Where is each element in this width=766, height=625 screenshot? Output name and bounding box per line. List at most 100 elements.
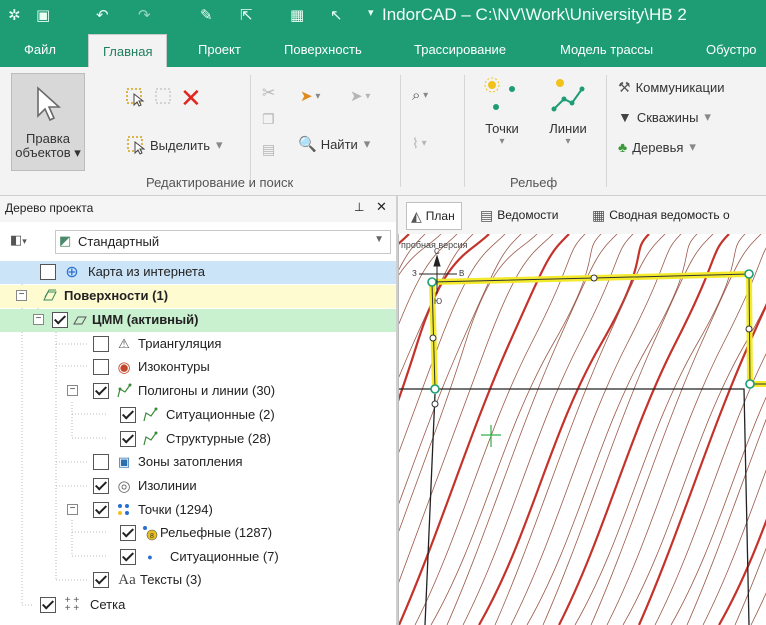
tab-surface[interactable]: Поверхность: [284, 32, 362, 67]
find-button[interactable]: 🔍 Найти ▾: [298, 135, 370, 153]
tree-filter-row: ◧▾ ◩ Стандартный ▼: [0, 222, 396, 261]
node-checkbox[interactable]: [40, 264, 56, 280]
tab-tracing[interactable]: Трассирование: [414, 32, 506, 67]
tree-icon: ♣: [618, 139, 628, 155]
globe-icon: ⊕: [65, 264, 79, 281]
node-checkbox[interactable]: [120, 407, 136, 423]
node-checkbox[interactable]: [120, 431, 136, 447]
close-icon[interactable]: ✕: [376, 199, 387, 215]
node-checkbox[interactable]: [93, 359, 109, 375]
undo-icon[interactable]: ↶: [96, 6, 109, 24]
measure-icon[interactable]: ⌕ ▾: [412, 87, 428, 104]
tree-node-dtm-active[interactable]: − ЦММ (активный): [0, 309, 396, 332]
collapse-icon[interactable]: −: [16, 290, 27, 301]
tab-plan[interactable]: ◭ План: [406, 202, 462, 230]
quick-access-dropdown-icon[interactable]: ▾: [368, 6, 374, 19]
table-icon: ▦: [592, 206, 606, 223]
collapse-icon[interactable]: −: [67, 385, 78, 396]
ribbon-tabs: Файл Главная Проект Поверхность Трассиро…: [0, 32, 766, 68]
tab-file[interactable]: Файл: [24, 32, 56, 67]
contour-line: [510, 234, 682, 625]
select-group-icon[interactable]: [125, 87, 145, 107]
measure-2-icon[interactable]: ⌇ ▾: [412, 135, 427, 152]
tree-node-texts[interactable]: Aa Тексты (3): [0, 569, 396, 592]
layers-tool-icon[interactable]: ▦: [290, 6, 304, 24]
faucet-icon: ⚒: [618, 79, 631, 95]
tree-node-triangulation[interactable]: ⚠ Триангуляция: [0, 333, 396, 356]
pointer-tool-icon[interactable]: ⇱: [240, 6, 253, 24]
tree-node-points[interactable]: − Точки (1294): [0, 499, 396, 522]
view-mode-combo[interactable]: ◩ Стандартный ▼: [55, 230, 391, 254]
deselect-icon[interactable]: [154, 87, 174, 107]
snap-tool-2-icon[interactable]: ➤ ▾: [350, 87, 370, 105]
node-checkbox[interactable]: [93, 572, 109, 588]
paste-icon[interactable]: ▤: [262, 141, 275, 158]
tree-node-situational-points[interactable]: ● Ситуационные (7): [0, 546, 396, 569]
collapse-icon[interactable]: −: [67, 504, 78, 515]
save-icon[interactable]: ▣: [36, 6, 50, 24]
node-checkbox[interactable]: [93, 336, 109, 352]
select-button[interactable]: Выделить ▾: [126, 135, 223, 155]
snap-tool-icon[interactable]: ➤ ▾: [300, 87, 320, 105]
filter-tool-icon[interactable]: ◧▾: [10, 232, 27, 248]
edit-objects-label: Правка объектов ▾: [15, 131, 81, 160]
tab-home[interactable]: Главная: [88, 34, 168, 68]
tree-node-flood-zones[interactable]: ▣ Зоны затопления: [0, 451, 396, 474]
communications-button[interactable]: ⚒ Коммуникации: [618, 79, 725, 96]
node-checkbox[interactable]: [93, 454, 109, 470]
tab-arrangement[interactable]: Обустро: [706, 32, 757, 67]
view-tabs-bar: ◭ План ▤ Ведомости ▦ Сводная ведомость о: [398, 196, 766, 235]
tree-node-structural-lines[interactable]: Структурные (28): [0, 428, 396, 451]
cursor-crosshair: [481, 425, 501, 447]
pin-icon[interactable]: ⊥: [354, 200, 364, 214]
text-icon: Aa: [118, 571, 136, 588]
tree-node-isolines[interactable]: ◎ Изолинии: [0, 475, 396, 498]
isocontour-icon: ◉: [117, 359, 131, 376]
cut-icon[interactable]: ✂: [262, 83, 275, 103]
node-checkbox[interactable]: [93, 383, 109, 399]
collapse-icon[interactable]: −: [33, 314, 44, 325]
tree-node-polygons-lines[interactable]: − Полигоны и линии (30): [0, 380, 396, 403]
node-checkbox[interactable]: [120, 525, 136, 541]
node-checkbox[interactable]: [93, 478, 109, 494]
node-checkbox[interactable]: [40, 597, 56, 613]
points-button[interactable]: Точки ▾: [474, 75, 530, 169]
chevron-down-icon: ▼: [374, 234, 384, 245]
tree-node-isocontours[interactable]: ◉ Изоконтуры: [0, 356, 396, 379]
plan-canvas[interactable]: В З Ю С пробная версия: [398, 234, 766, 625]
well-icon: ▼: [618, 109, 632, 125]
redo-icon[interactable]: ↷: [138, 6, 151, 24]
tab-project[interactable]: Проект: [198, 32, 241, 67]
lines-button[interactable]: Линии ▾: [540, 75, 596, 169]
triangle-icon: ⚠: [118, 336, 130, 351]
tab-summary-statement[interactable]: ▦ Сводная ведомость о: [592, 202, 730, 228]
tree-node-internet-map[interactable]: ⊕ Карта из интернета: [0, 261, 396, 284]
wells-button[interactable]: ▼ Скважины ▾: [618, 109, 711, 125]
tab-statements[interactable]: ▤ Ведомости: [480, 202, 558, 228]
node-checkbox[interactable]: [52, 312, 68, 328]
isoline-icon: ◎: [117, 478, 131, 495]
node-checkbox[interactable]: [120, 549, 136, 565]
relief-point-icon: 8: [143, 526, 158, 541]
watermark-text: пробная версия: [401, 240, 468, 250]
points-icon: [484, 77, 515, 110]
plan-drawing[interactable]: В З Ю С пробная версия: [399, 234, 766, 625]
edit-objects-button[interactable]: Правка объектов ▾: [11, 73, 85, 171]
tree-node-relief-points[interactable]: 8 Рельефные (1287): [0, 522, 396, 545]
delete-icon[interactable]: ✕: [180, 83, 202, 114]
trees-button[interactable]: ♣ Деревья ▾: [618, 139, 696, 155]
tree-node-surfaces[interactable]: − Поверхности (1): [0, 285, 396, 308]
cursor-tool-icon[interactable]: ↖: [330, 6, 343, 24]
tab-route-model[interactable]: Модель трассы: [560, 32, 653, 67]
document-icon: ▤: [480, 206, 494, 223]
flood-zone-icon: ▣: [117, 454, 131, 469]
window-title: IndorCAD – C:\NV\Work\University\HB 2: [382, 5, 687, 24]
project-tree: ⊕ Карта из интернета − Поверхности (1) −…: [0, 260, 396, 625]
tree-node-situational-lines[interactable]: Ситуационные (2): [0, 404, 396, 427]
tree-node-grid[interactable]: + + + + Сетка: [0, 594, 396, 617]
quick-tool-icon[interactable]: ✎: [200, 6, 213, 24]
contour-line: [399, 234, 538, 532]
lines-icon: [551, 79, 585, 112]
copy-icon[interactable]: ❐: [262, 111, 275, 128]
node-checkbox[interactable]: [93, 502, 109, 518]
